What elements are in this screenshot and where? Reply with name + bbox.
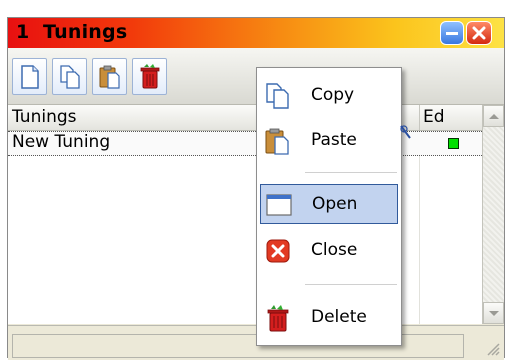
paste-tuning-button[interactable] xyxy=(92,58,127,95)
copy-icon xyxy=(60,65,80,89)
column-header-ed[interactable]: Ed xyxy=(423,107,445,127)
menu-item-paste-label: Paste xyxy=(311,130,357,150)
minimize-button[interactable] xyxy=(440,21,464,45)
new-tuning-button[interactable] xyxy=(12,58,47,95)
column-header-tunings[interactable]: Tunings xyxy=(12,107,77,127)
menu-item-copy[interactable]: Copy xyxy=(260,76,398,116)
menu-item-close[interactable]: Close xyxy=(260,231,398,271)
new-document-icon xyxy=(21,65,39,89)
tuning-name: New Tuning xyxy=(12,132,111,152)
paste-icon xyxy=(265,128,289,155)
copy-icon xyxy=(266,83,289,109)
menu-item-close-label: Close xyxy=(311,240,358,260)
menu-separator xyxy=(305,284,397,285)
trash-icon xyxy=(267,305,289,332)
menu-item-paste[interactable]: Paste xyxy=(260,121,398,161)
copy-tuning-button[interactable] xyxy=(52,58,87,95)
menu-item-delete[interactable]: Delete xyxy=(260,298,398,338)
delete-tuning-button[interactable] xyxy=(132,58,167,95)
search-icon[interactable] xyxy=(400,124,414,140)
context-menu: Copy Paste Open Close Delete xyxy=(256,67,402,346)
menu-separator xyxy=(305,172,397,173)
resize-grip-icon[interactable] xyxy=(484,340,500,356)
scroll-up-button[interactable] xyxy=(483,105,504,127)
close-window-button[interactable] xyxy=(466,21,492,45)
close-red-icon xyxy=(266,239,290,263)
vertical-scrollbar[interactable] xyxy=(482,105,504,324)
title-bar[interactable]: 1 Tunings xyxy=(8,18,504,48)
menu-item-open[interactable]: Open xyxy=(260,184,398,224)
scroll-down-button[interactable] xyxy=(483,302,504,324)
window-title: 1 Tunings xyxy=(16,21,128,43)
menu-item-delete-label: Delete xyxy=(311,307,367,327)
edit-status-indicator xyxy=(448,138,459,149)
menu-item-open-label: Open xyxy=(312,194,358,214)
paste-icon xyxy=(99,65,120,89)
delete-icon xyxy=(140,64,160,89)
menu-item-copy-label: Copy xyxy=(311,85,355,105)
open-window-icon xyxy=(266,194,292,216)
close-icon xyxy=(472,26,486,40)
